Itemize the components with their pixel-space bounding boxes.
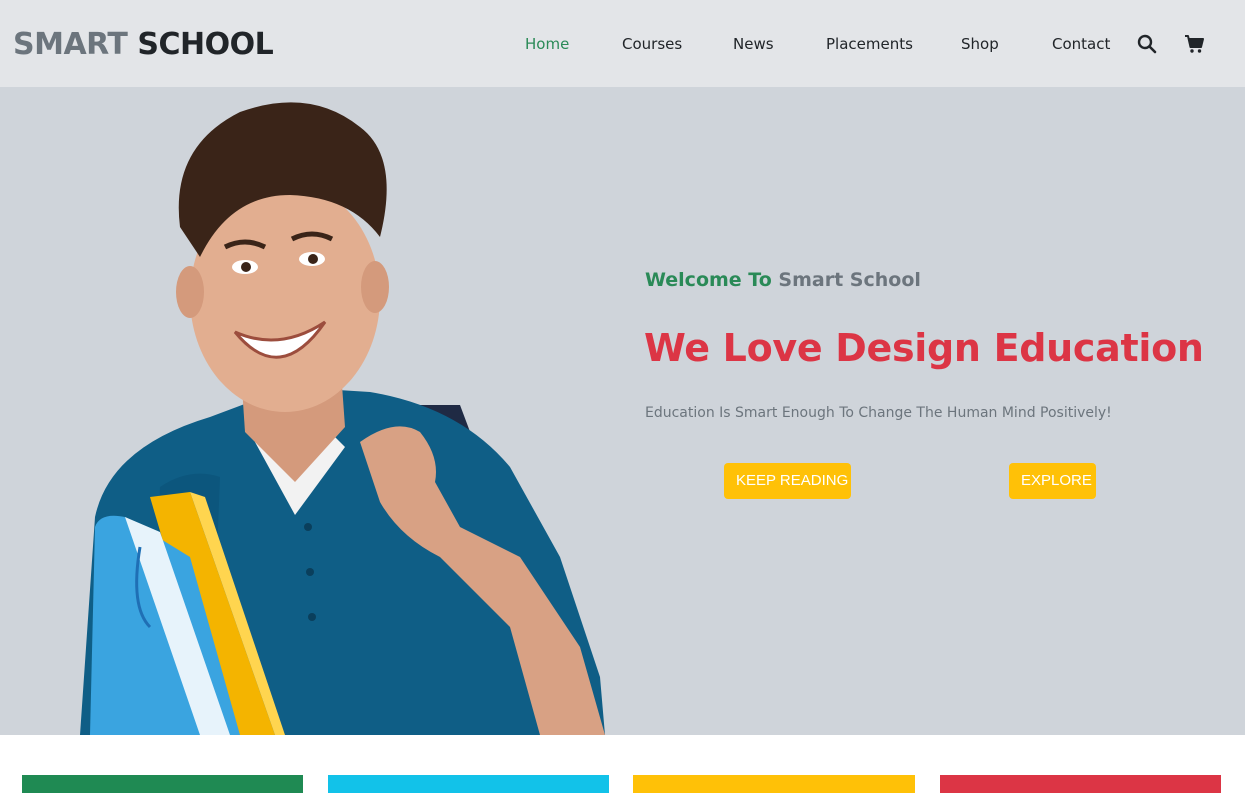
keep-reading-button[interactable]: KEEP READING xyxy=(724,463,851,499)
nav-contact[interactable]: Contact xyxy=(1052,34,1110,54)
nav-placements[interactable]: Placements xyxy=(826,34,913,54)
hero-section: Welcome To Smart School We Love Design E… xyxy=(0,87,1245,735)
explore-button[interactable]: EXPLORE xyxy=(1009,463,1096,499)
welcome-prefix: Welcome To xyxy=(645,269,772,291)
feature-stripe-green xyxy=(22,775,303,793)
feature-stripe-red xyxy=(940,775,1221,793)
logo-smart: SMART xyxy=(13,27,128,62)
search-icon[interactable] xyxy=(1136,33,1158,55)
nav-home[interactable]: Home xyxy=(525,34,569,54)
feature-stripe-yellow xyxy=(633,775,915,793)
nav-shop[interactable]: Shop xyxy=(961,34,999,54)
navbar: SMART SCHOOL Home Courses News Placement… xyxy=(0,0,1245,87)
nav-courses[interactable]: Courses xyxy=(622,34,682,54)
feature-stripe-cyan xyxy=(328,775,609,793)
cart-icon[interactable] xyxy=(1183,33,1205,55)
feature-stripes xyxy=(0,735,1245,793)
nav-news[interactable]: News xyxy=(733,34,774,54)
hero-welcome: Welcome To Smart School xyxy=(645,267,921,293)
hero-headline: We Love Design Education xyxy=(644,326,1204,370)
logo-school: SCHOOL xyxy=(137,27,274,62)
student-image xyxy=(80,102,605,735)
hero-subtext: Education Is Smart Enough To Change The … xyxy=(645,405,1112,421)
welcome-suffix: Smart School xyxy=(778,269,921,291)
site-logo[interactable]: SMART SCHOOL xyxy=(13,26,274,64)
